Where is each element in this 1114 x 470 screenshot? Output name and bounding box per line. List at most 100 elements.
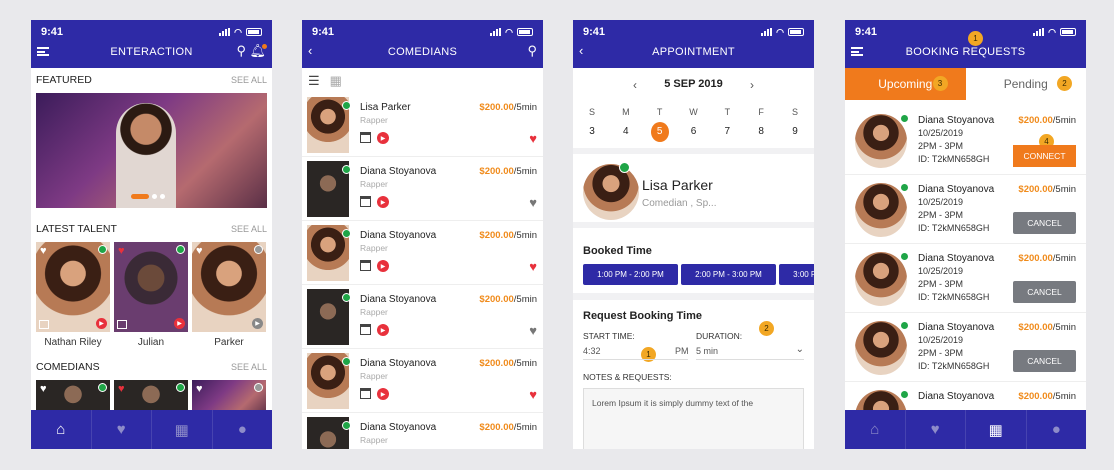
calendar-icon[interactable] (360, 132, 371, 143)
signal-icon (761, 28, 773, 36)
latest-talent-see-all-link[interactable]: SEE ALL (231, 224, 267, 234)
request-date: 10/25/2019 (918, 197, 964, 207)
heart-icon[interactable]: ♥ (529, 195, 537, 210)
online-dot (98, 383, 107, 392)
online-dot (342, 293, 351, 302)
signal-icon (490, 28, 502, 36)
tab-upcoming[interactable]: Upcoming 3 (845, 68, 966, 100)
price: $200.00/5min (479, 166, 537, 177)
nav-home-icon[interactable]: ⌂ (845, 410, 906, 449)
nav-favorites-icon[interactable]: ♥ (906, 410, 966, 449)
requester-name: Diana Stoyanova (918, 115, 995, 126)
video-icon[interactable]: ▶ (377, 196, 389, 208)
search-icon[interactable]: ⚲ (236, 44, 246, 58)
tab-bar: Upcoming 3 Pending 2 (845, 68, 1086, 100)
calendar-icon[interactable] (360, 260, 371, 271)
requester-name: Diana Stoyanova (918, 184, 995, 195)
divider (696, 359, 804, 360)
battery-icon (788, 28, 804, 36)
day-cell[interactable]: 8 (752, 126, 770, 142)
request-booking-title: Request Booking Time (583, 310, 702, 322)
day-cell[interactable]: 3 (583, 126, 601, 142)
video-icon[interactable]: ▶ (377, 132, 389, 144)
video-icon[interactable]: ▶ (377, 388, 389, 400)
day-cell[interactable]: 9 (786, 126, 804, 142)
notes-textarea[interactable]: Lorem Ipsum it is simply dummy text of t… (583, 388, 804, 449)
price: $200.00/5min (479, 294, 537, 305)
time-slot[interactable]: 2:00 PM - 3:00 PM (681, 264, 776, 285)
request-date: 10/25/2019 (918, 266, 964, 276)
search-icon[interactable]: ⚲ (527, 44, 537, 58)
nav-calendar-icon[interactable]: ▦ (152, 410, 213, 449)
heart-icon[interactable]: ♥ (529, 323, 537, 338)
heart-icon[interactable]: ♥ (118, 245, 125, 257)
list-item[interactable]: Diana Stoyanova Rapper $200.00/5min ▶ ♥ (302, 285, 543, 349)
calendar-icon[interactable] (360, 388, 371, 399)
online-dot (900, 252, 909, 261)
featured-image (116, 103, 176, 208)
video-icon[interactable]: ▶ (377, 324, 389, 336)
next-month-icon[interactable]: › (750, 78, 754, 92)
heart-icon[interactable]: ♥ (40, 245, 47, 257)
grid-view-icon[interactable]: ▦ (330, 73, 342, 89)
avatar (583, 164, 639, 220)
nav-favorites-icon[interactable]: ♥ (92, 410, 152, 449)
featured-see-all-link[interactable]: SEE ALL (231, 75, 267, 85)
talent-name: Nathan Riley (44, 337, 102, 348)
cancel-button[interactable]: CANCEL (1013, 350, 1076, 372)
nav-home-icon[interactable]: ⌂ (31, 410, 92, 449)
cancel-button[interactable]: CANCEL (1013, 212, 1076, 234)
start-time-input[interactable]: 4:32 (583, 346, 601, 356)
request-date: 10/25/2019 (918, 128, 964, 138)
wifi-icon: ◠ (505, 26, 513, 37)
list-view-icon[interactable]: ☰ (308, 73, 320, 89)
time-slot[interactable]: 3:00 PM - 4:00 PM (779, 264, 814, 285)
list-item[interactable]: Lisa Parker Rapper $200.00/5min ▶ ♥ (302, 93, 543, 157)
booked-time-title: Booked Time (583, 245, 652, 257)
nav-profile-icon[interactable]: ● (213, 410, 273, 449)
nav-profile-icon[interactable]: ● (1027, 410, 1087, 449)
comedians-see-all-link[interactable]: SEE ALL (231, 362, 267, 372)
talent-card[interactable]: ♥ ▶ (192, 242, 266, 332)
online-dot (342, 101, 351, 110)
screen-enteraction: 9:41 ◠ ENTERACTION ⚲ 🔔︎ FEATURED SEE ALL… (31, 20, 272, 449)
talent-card[interactable]: ♥ ▶ (114, 242, 188, 332)
chevron-down-icon[interactable]: ⌄ (796, 344, 804, 355)
heart-icon[interactable]: ♥ (529, 259, 537, 274)
nav-calendar-icon[interactable]: ▦ (966, 410, 1027, 449)
tab-pending[interactable]: Pending 2 (966, 68, 1087, 100)
annotation-badge: 1 (968, 31, 983, 46)
day-cell-selected[interactable]: 5 (650, 122, 669, 142)
price: $200.00/5min (1018, 322, 1076, 333)
featured-banner[interactable] (36, 93, 267, 208)
calendar-icon[interactable] (360, 196, 371, 207)
video-icon[interactable]: ▶ (377, 260, 389, 272)
day-cell[interactable]: 4 (617, 126, 635, 142)
request-item: Diana Stoyanova 10/25/2019 2PM - 3PM ID:… (845, 313, 1086, 382)
talent-card[interactable]: ♥ ▶ (36, 242, 110, 332)
heart-icon[interactable]: ♥ (196, 383, 203, 395)
start-time-ampm[interactable]: PM (675, 346, 689, 356)
duration-select[interactable]: 5 min (696, 346, 718, 356)
prev-month-icon[interactable]: ‹ (633, 78, 637, 92)
heart-icon[interactable]: ♥ (118, 383, 125, 395)
comedian-name: Diana Stoyanova (360, 422, 437, 433)
divider (583, 359, 688, 360)
connect-button[interactable]: CONNECT (1013, 145, 1076, 167)
heart-icon[interactable]: ♥ (40, 383, 47, 395)
online-dot (342, 357, 351, 366)
day-cell[interactable]: 7 (718, 126, 736, 142)
list-item[interactable]: Diana Stoyanova Rapper $200.00/5min (302, 413, 543, 449)
list-item[interactable]: Diana Stoyanova Rapper $200.00/5min ▶ ♥ (302, 157, 543, 221)
cancel-button[interactable]: CANCEL (1013, 281, 1076, 303)
heart-icon[interactable]: ♥ (529, 387, 537, 402)
carousel-dots[interactable] (131, 194, 165, 199)
list-item[interactable]: Diana Stoyanova Rapper $200.00/5min ▶ ♥ (302, 349, 543, 413)
day-cell[interactable]: 6 (684, 126, 702, 142)
heart-icon[interactable]: ♥ (529, 131, 537, 146)
list-item[interactable]: Diana Stoyanova Rapper $200.00/5min ▶ ♥ (302, 221, 543, 285)
time-slot[interactable]: 1:00 PM - 2:00 PM (583, 264, 678, 285)
calendar-icon[interactable] (360, 324, 371, 335)
battery-icon (517, 28, 533, 36)
heart-icon[interactable]: ♥ (196, 245, 203, 257)
